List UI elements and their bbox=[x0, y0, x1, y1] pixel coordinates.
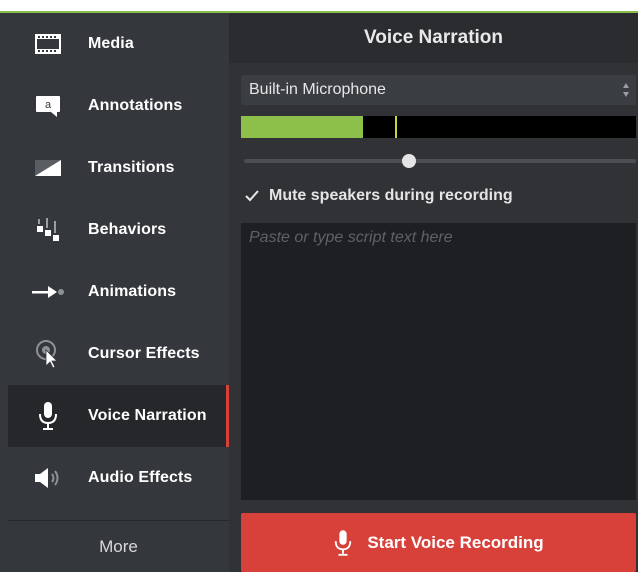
mute-speakers-checkbox[interactable] bbox=[243, 187, 261, 205]
sidebar-item-label: Animations bbox=[88, 283, 177, 300]
start-voice-recording-button[interactable]: Start Voice Recording bbox=[241, 513, 636, 572]
arrow-animation-icon bbox=[8, 261, 88, 323]
sidebar: Media a Annotations Transitions Behavior… bbox=[0, 13, 229, 572]
record-button-label: Start Voice Recording bbox=[367, 532, 544, 552]
sidebar-item-label: Behaviors bbox=[88, 221, 167, 238]
sidebar-item-animations[interactable]: Animations bbox=[8, 261, 229, 323]
microphone-icon bbox=[333, 528, 353, 558]
sidebar-item-label: Voice Narration bbox=[88, 407, 207, 424]
sidebar-item-behaviors[interactable]: Behaviors bbox=[8, 199, 229, 261]
sidebar-item-audio-effects[interactable]: Audio Effects bbox=[8, 447, 229, 509]
sidebar-item-label: Audio Effects bbox=[88, 469, 193, 486]
slider-track bbox=[244, 159, 636, 163]
sidebar-item-cursor-effects[interactable]: Cursor Effects bbox=[8, 323, 229, 385]
slider-thumb[interactable] bbox=[401, 154, 416, 168]
sidebar-item-label: Media bbox=[88, 35, 134, 52]
more-button[interactable]: More bbox=[8, 520, 229, 572]
sidebar-item-transitions[interactable]: Transitions bbox=[8, 137, 229, 199]
microphone-select-value: Built-in Microphone bbox=[249, 81, 386, 98]
sidebar-item-media[interactable]: Media bbox=[8, 13, 229, 75]
cursor-effects-icon bbox=[8, 323, 88, 385]
select-arrows-icon bbox=[622, 82, 630, 98]
sidebar-item-label: Transitions bbox=[88, 159, 175, 176]
top-strip bbox=[0, 0, 638, 11]
audio-level-peak bbox=[395, 116, 398, 138]
voice-narration-panel: Voice Narration Built-in Microphone Mute… bbox=[229, 13, 638, 572]
panel-body: Built-in Microphone Mute speakers during… bbox=[229, 63, 638, 572]
speech-bubble-icon: a bbox=[8, 75, 88, 137]
speaker-icon bbox=[8, 447, 88, 509]
mute-speakers-label: Mute speakers during recording bbox=[269, 187, 513, 204]
audio-level-fill bbox=[241, 116, 364, 138]
mute-speakers-option: Mute speakers during recording bbox=[243, 184, 513, 208]
checkmark-icon bbox=[245, 190, 259, 202]
film-strip-icon bbox=[8, 13, 88, 75]
audio-level-meter bbox=[241, 116, 636, 138]
sidebar-item-annotations[interactable]: a Annotations bbox=[8, 75, 229, 137]
sidebar-item-voice-narration[interactable]: Voice Narration bbox=[8, 385, 229, 447]
microphone-icon bbox=[8, 385, 88, 447]
panel-title: Voice Narration bbox=[229, 13, 638, 63]
svg-text:a: a bbox=[45, 99, 52, 111]
script-textarea[interactable] bbox=[241, 223, 636, 500]
sidebar-item-label: Annotations bbox=[88, 97, 183, 114]
transition-icon bbox=[8, 137, 88, 199]
behaviors-icon bbox=[8, 199, 88, 261]
voice-narration-app: Media a Annotations Transitions Behavior… bbox=[0, 0, 638, 572]
microphone-select[interactable]: Built-in Microphone bbox=[241, 75, 636, 105]
input-volume-slider[interactable] bbox=[244, 154, 636, 168]
sidebar-item-label: Cursor Effects bbox=[88, 345, 200, 362]
